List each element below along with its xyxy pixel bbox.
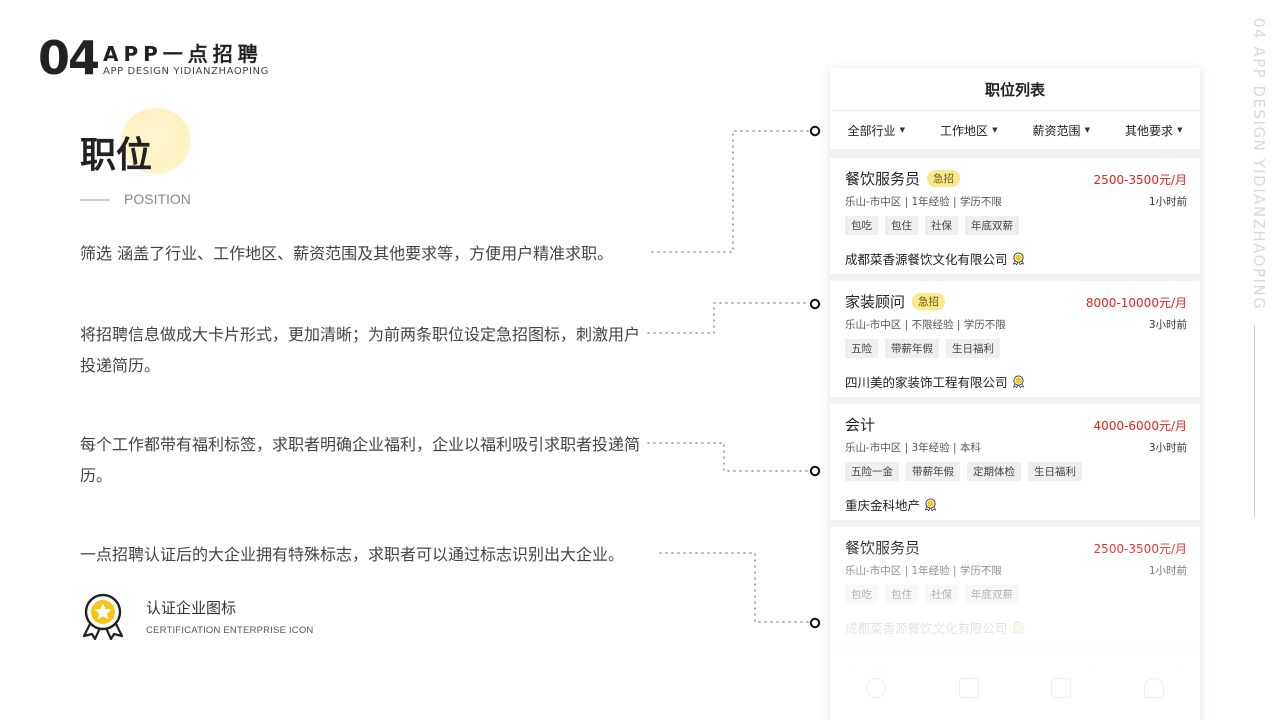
benefit-tag: 包吃 [845, 216, 878, 235]
certified-badge-icon [1012, 252, 1024, 265]
job-title: 家装顾问 急招 [845, 291, 946, 312]
job-time: 1小时前 [1148, 196, 1187, 208]
benefit-tags: 五险 带薪年假 生日福利 [845, 339, 1000, 358]
filter-industry[interactable]: 全部行业 ▼ [848, 122, 905, 139]
filter-label: 其他要求 [1125, 123, 1174, 138]
benefit-tag: 包住 [885, 216, 918, 235]
filter-salary[interactable]: 薪资范围 ▼ [1033, 122, 1090, 139]
job-salary: 8000-10000元/月 [1085, 296, 1187, 310]
briefcase-tab-icon[interactable] [958, 678, 979, 698]
filter-region[interactable]: 工作地区 ▼ [940, 122, 997, 139]
building-tab-icon[interactable] [1051, 678, 1072, 698]
job-card[interactable]: 餐饮服务员 急招 2500-3500元/月 乐山-市中区 | 1年经验 | 学历不… [830, 158, 1200, 274]
job-salary: 2500-3500元/月 [1093, 173, 1187, 187]
urgent-badge: 急招 [927, 170, 961, 187]
job-title-text: 会计 [845, 416, 876, 434]
company-name: 成都菜香源餐饮文化有限公司 [845, 618, 1025, 637]
company-name-text: 重庆金科地产 [845, 498, 921, 513]
phone-mockup: 职位列表 全部行业 ▼ 工作地区 ▼ 薪资范围 ▼ 其他要求 ▼ 餐饮服务员 急招 250… [830, 68, 1200, 720]
home-tab-icon[interactable] [866, 678, 887, 698]
benefit-tag: 带薪年假 [906, 462, 960, 481]
filter-bar: 全部行业 ▼ 工作地区 ▼ 薪资范围 ▼ 其他要求 ▼ [830, 111, 1200, 149]
job-time: 3小时前 [1148, 442, 1187, 454]
benefit-tag: 年底双薪 [965, 585, 1019, 604]
company-name: 重庆金科地产 [845, 495, 937, 514]
job-card[interactable]: 家装顾问 急招 8000-10000元/月 乐山-市中区 | 不限经验 | 学历不… [830, 281, 1200, 397]
job-title-text: 餐饮服务员 [845, 170, 921, 188]
benefit-tag: 社保 [925, 585, 958, 604]
benefit-tag: 五险 [845, 339, 878, 358]
job-meta: 乐山-市中区 | 3年经验 | 本科 [845, 442, 981, 454]
filter-label: 薪资范围 [1032, 123, 1081, 138]
benefit-tags: 五险一金 带薪年假 定期体检 生日福利 [845, 462, 1082, 481]
job-meta: 乐山-市中区 | 不限经验 | 学历不限 [845, 319, 1006, 331]
benefit-tag: 年底双薪 [965, 216, 1019, 235]
benefit-tag: 包吃 [845, 585, 878, 604]
job-title: 会计 [845, 414, 875, 435]
profile-tab-icon[interactable] [1143, 678, 1164, 698]
caret-down-icon: ▼ [992, 126, 998, 134]
company-name: 成都菜香源餐饮文化有限公司 [845, 249, 1025, 268]
job-salary: 2500-3500元/月 [1093, 542, 1187, 556]
certified-badge-icon [1012, 375, 1024, 388]
job-title: 餐饮服务员 [845, 537, 920, 558]
job-time: 1小时前 [1148, 565, 1187, 577]
filter-label: 工作地区 [940, 123, 989, 138]
company-name-text: 成都菜香源餐饮文化有限公司 [845, 252, 1008, 267]
job-title-text: 家装顾问 [845, 293, 906, 311]
company-name-text: 成都菜香源餐饮文化有限公司 [845, 621, 1008, 636]
company-name: 四川美的家装饰工程有限公司 [845, 372, 1025, 391]
filter-label: 全部行业 [847, 123, 896, 138]
benefit-tag: 五险一金 [845, 462, 899, 481]
caret-down-icon: ▼ [1177, 126, 1183, 134]
job-title: 餐饮服务员 急招 [845, 168, 961, 189]
filter-other[interactable]: 其他要求 ▼ [1125, 122, 1182, 139]
benefit-tags: 包吃 包住 社保 年底双薪 [845, 585, 1019, 604]
job-salary: 4000-6000元/月 [1093, 419, 1187, 433]
caret-down-icon: ▼ [899, 126, 905, 134]
job-list-header: 职位列表 [830, 68, 1200, 111]
benefit-tag: 生日福利 [946, 339, 1000, 358]
job-card[interactable]: 餐饮服务员 2500-3500元/月 乐山-市中区 | 1年经验 | 学历不限 … [830, 527, 1200, 643]
benefit-tags: 包吃 包住 社保 年底双薪 [845, 216, 1019, 235]
job-meta: 乐山-市中区 | 1年经验 | 学历不限 [845, 565, 1002, 577]
bottom-tab-bar [830, 678, 1200, 698]
job-card[interactable]: 会计 4000-6000元/月 乐山-市中区 | 3年经验 | 本科 3小时前 … [830, 404, 1200, 520]
job-meta: 乐山-市中区 | 1年经验 | 学历不限 [845, 196, 1002, 208]
benefit-tag: 包住 [885, 585, 918, 604]
benefit-tag: 生日福利 [1028, 462, 1082, 481]
benefit-tag: 定期体检 [967, 462, 1021, 481]
benefit-tag: 带薪年假 [885, 339, 939, 358]
job-title-text: 餐饮服务员 [845, 539, 921, 557]
benefit-tag: 社保 [925, 216, 958, 235]
certified-badge-icon [924, 498, 937, 511]
job-time: 3小时前 [1148, 319, 1187, 331]
certified-badge-icon [1012, 621, 1024, 634]
company-name-text: 四川美的家装饰工程有限公司 [845, 375, 1008, 390]
urgent-badge: 急招 [912, 293, 946, 310]
caret-down-icon: ▼ [1084, 126, 1090, 134]
